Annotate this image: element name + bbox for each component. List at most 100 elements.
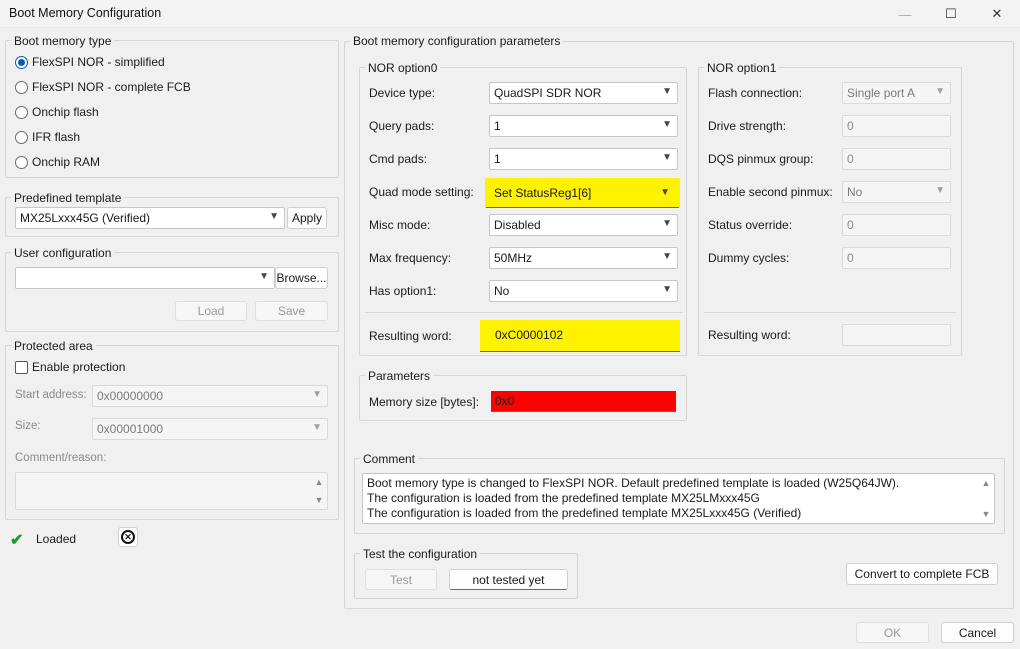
chevron-down-icon: ▼ [662, 218, 672, 229]
nor1-result-label: Resulting word: [708, 328, 791, 342]
flash-connection-select[interactable]: Single port A ▼ [842, 82, 951, 104]
chevron-down-icon: ▼ [935, 185, 945, 196]
nor0-result-value: 0xC0000102 [480, 320, 680, 352]
test-button[interactable]: Test [365, 569, 437, 590]
has-option1-select[interactable]: No ▼ [489, 280, 678, 302]
radio-icon [15, 155, 28, 169]
start-address-label: Start address: [15, 389, 87, 401]
user-configuration-select[interactable]: ▼ [15, 267, 275, 289]
radio-checked-icon [15, 55, 28, 69]
scroll-down-icon: ▼ [981, 509, 991, 519]
comment-reason-scrollbar[interactable]: ▲ ▼ [312, 474, 326, 508]
nor1-separator [704, 312, 956, 313]
enable-protection-checkbox[interactable]: Enable protection [15, 360, 125, 374]
start-address-select[interactable]: 0x00000000 ▼ [92, 385, 328, 407]
parameters-sub-legend: Parameters [365, 369, 434, 383]
status-text: Loaded [36, 532, 77, 546]
test-configuration-legend: Test the configuration [360, 547, 481, 561]
chevron-down-icon: ▼ [662, 251, 672, 262]
cancel-button[interactable]: Cancel [941, 622, 1014, 643]
cancel-circle-icon: ✕ [121, 530, 135, 544]
browse-button[interactable]: Browse... [275, 267, 328, 289]
protected-area-legend: Protected area [11, 339, 96, 353]
user-configuration-legend: User configuration [11, 246, 115, 260]
misc-mode-label: Misc mode: [369, 218, 431, 232]
radio-icon [15, 80, 28, 94]
nor0-separator [365, 312, 683, 313]
comment-reason-textarea[interactable] [15, 472, 328, 510]
scroll-down-icon: ▼ [314, 495, 324, 505]
device-type-select[interactable]: QuadSPI SDR NOR ▼ [489, 82, 678, 104]
save-button[interactable]: Save [255, 301, 328, 321]
apply-button[interactable]: Apply [287, 207, 327, 229]
nor-option0-legend: NOR option0 [365, 61, 441, 75]
predefined-template-legend: Predefined template [11, 191, 125, 205]
device-type-label: Device type: [369, 86, 436, 100]
radio-icon [15, 105, 28, 119]
close-button[interactable]: ✕ [974, 0, 1020, 28]
quad-mode-label: Quad mode setting: [369, 185, 474, 199]
ok-button[interactable]: OK [856, 622, 929, 643]
radio-onchip-ram[interactable]: Onchip RAM [15, 155, 100, 169]
predefined-template-select[interactable]: MX25Lxxx45G (Verified) ▼ [15, 207, 285, 229]
dummy-cycles-input[interactable]: 0 [842, 247, 951, 269]
drive-strength-input[interactable]: 0 [842, 115, 951, 137]
memory-size-input[interactable]: 0x0 [491, 391, 676, 412]
memory-size-label: Memory size [bytes]: [369, 395, 480, 409]
nor0-result-label: Resulting word: [369, 329, 452, 343]
quad-mode-select[interactable]: Set StatusReg1[6] ▼ [485, 178, 680, 208]
parameters-legend: Boot memory configuration parameters [350, 34, 564, 48]
title-bar: Boot Memory Configuration — ☐ ✕ [0, 0, 1020, 28]
chevron-down-icon: ▼ [269, 211, 279, 222]
comment-line-1: Boot memory type is changed to FlexSPI N… [367, 476, 900, 490]
flash-connection-label: Flash connection: [708, 86, 803, 100]
query-pads-label: Query pads: [369, 119, 435, 133]
scroll-up-icon: ▲ [981, 478, 991, 488]
size-select[interactable]: 0x00001000 ▼ [92, 418, 328, 440]
misc-mode-select[interactable]: Disabled ▼ [489, 214, 678, 236]
test-status: not tested yet [449, 569, 568, 590]
convert-fcb-button[interactable]: Convert to complete FCB [846, 563, 998, 585]
chevron-down-icon: ▼ [312, 422, 322, 433]
max-frequency-select[interactable]: 50MHz ▼ [489, 247, 678, 269]
status-override-input[interactable]: 0 [842, 214, 951, 236]
has-option1-label: Has option1: [369, 284, 437, 298]
maximize-button[interactable]: ☐ [928, 0, 974, 28]
minimize-button[interactable]: — [882, 0, 928, 28]
chevron-down-icon: ▼ [935, 86, 945, 97]
chevron-down-icon: ▼ [662, 152, 672, 163]
dqs-pinmux-input[interactable]: 0 [842, 148, 951, 170]
radio-flexspi-complete[interactable]: FlexSPI NOR - complete FCB [15, 80, 191, 94]
radio-flexspi-simplified[interactable]: FlexSPI NOR - simplified [15, 55, 165, 69]
window-title: Boot Memory Configuration [9, 6, 162, 20]
chevron-down-icon: ▼ [662, 86, 672, 97]
comment-line-2: The configuration is loaded from the pre… [367, 491, 760, 505]
nor1-result-value [842, 324, 951, 346]
nor-option1-legend: NOR option1 [704, 61, 780, 75]
query-pads-select[interactable]: 1 ▼ [489, 115, 678, 137]
comment-scrollbar[interactable]: ▲ ▼ [979, 475, 993, 522]
size-label: Size: [15, 420, 41, 432]
cmd-pads-select[interactable]: 1 ▼ [489, 148, 678, 170]
dummy-cycles-label: Dummy cycles: [708, 251, 790, 265]
scroll-up-icon: ▲ [314, 477, 324, 487]
max-frequency-label: Max frequency: [369, 251, 452, 265]
status-override-label: Status override: [708, 218, 793, 232]
checkbox-icon [15, 360, 28, 374]
drive-strength-label: Drive strength: [708, 119, 787, 133]
clear-status-button[interactable]: ✕ [118, 527, 138, 547]
comment-reason-label: Comment/reason: [15, 452, 107, 464]
chevron-down-icon: ▼ [662, 284, 672, 295]
check-icon: ✔ [10, 532, 24, 549]
chevron-down-icon: ▼ [259, 271, 269, 282]
radio-icon [15, 130, 28, 144]
load-button[interactable]: Load [175, 301, 247, 321]
comment-legend: Comment [360, 452, 419, 466]
radio-onchip-flash[interactable]: Onchip flash [15, 105, 99, 119]
boot-memory-type-legend: Boot memory type [11, 34, 115, 48]
chevron-down-icon: ▼ [660, 187, 670, 198]
second-pinmux-select[interactable]: No ▼ [842, 181, 951, 203]
dqs-pinmux-label: DQS pinmux group: [708, 152, 814, 166]
chevron-down-icon: ▼ [312, 389, 322, 400]
radio-ifr-flash[interactable]: IFR flash [15, 130, 80, 144]
